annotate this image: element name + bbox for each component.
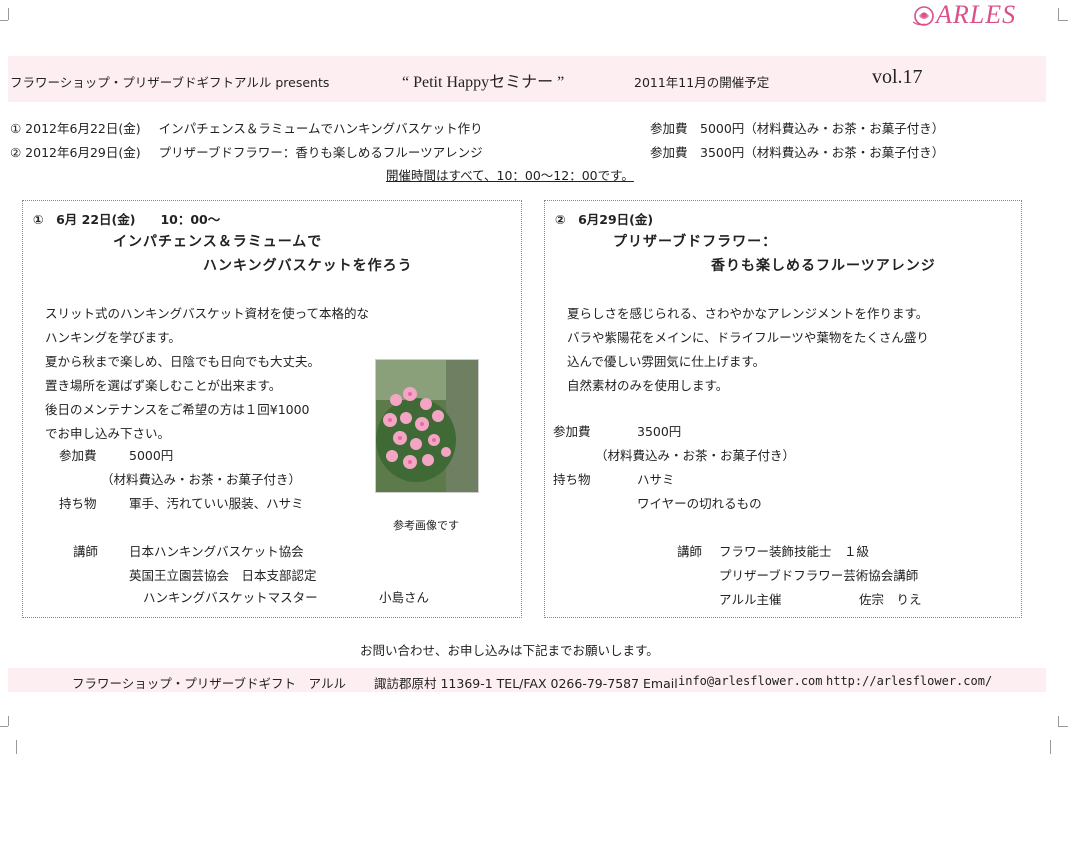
schedule-fee: 参加費 5000円（材料費込み・お茶・お菓子付き）: [650, 121, 945, 136]
schedule-row-1: ① 2012年6月22日(金) インパチェンス＆ラミュームでハンキングバスケット…: [10, 118, 944, 137]
desc-line: 夏から秋まで楽しめ、日陰でも日向でも大丈夫。: [45, 354, 321, 369]
crop-mark: [8, 8, 9, 20]
instructor-name: 佐宗 りえ: [859, 592, 922, 607]
schedule-date: ① 2012年6月22日(金): [10, 121, 141, 136]
crop-mark: [1058, 726, 1068, 727]
schedule-row-2: ② 2012年6月29日(金) プリザーブドフラワー：香りも楽しめるフルーツアレ…: [10, 142, 944, 161]
seminar-title: “ Petit Happyセミナー ”: [402, 74, 565, 91]
box-title-line1: プリザーブドフラワー：: [613, 234, 778, 250]
flower-photo: [375, 359, 479, 493]
instructor-line: 日本ハンキングバスケット協会: [129, 544, 304, 559]
logo-text: ARLES: [936, 0, 1017, 29]
desc-line: ハンキングを学びます。: [45, 330, 181, 345]
header-shop: フラワーショップ・プリザーブドギフトアルル presents: [10, 75, 330, 90]
crop-mark: [0, 726, 8, 727]
schedule-label: 2011年11月の開催予定: [634, 75, 770, 90]
schedule-title: プリザーブドフラワー：香りも楽しめるフルーツアレンジ: [158, 145, 483, 160]
schedule-date: ② 2012年6月29日(金): [10, 145, 141, 160]
photo-caption: 参考画像です: [393, 519, 459, 532]
instructor-name: 小島さん: [379, 590, 430, 605]
box-heading-date: ② 6月29日(金): [555, 212, 654, 227]
schedule-title: インパチェンス＆ラミュームでハンキングバスケット作り: [158, 121, 483, 136]
desc-line: 後日のメンテナンスをご希望の方は１回¥1000: [45, 402, 310, 417]
crop-mark: [0, 20, 8, 21]
footer-address: 諏訪郡原村 11369-1 TEL/FAX 0266-79-7587 Email: [374, 676, 678, 691]
instructor-line: プリザーブドフラワー芸術協会講師: [719, 568, 919, 583]
fee-note: （材料費込み・お茶・お菓子付き）: [595, 448, 796, 463]
desc-line: 置き場所を選ばず楽しむことが出来ます。: [45, 378, 282, 393]
crop-mark: [1058, 20, 1068, 21]
desc-line: 夏らしさを感じられる、さわやかなアレンジメントを作ります。: [567, 306, 929, 321]
crop-mark: [16, 740, 17, 754]
crop-mark: [8, 716, 9, 726]
desc-line: スリット式のハンキングバスケット資材を使って本格的な: [45, 306, 370, 321]
header-band: フラワーショップ・プリザーブドギフトアルル presents “ Petit H…: [8, 56, 1046, 102]
instructor-role: アルル主催: [719, 592, 782, 607]
box-title-line2: 香りも楽しめるフルーツアレンジ: [711, 258, 936, 274]
desc-line: 自然素材のみを使用します。: [567, 378, 729, 393]
crop-mark: [1058, 8, 1059, 20]
box-title-line2: ハンキングバスケットを作ろう: [203, 258, 413, 274]
volume-number: vol.17: [872, 66, 923, 88]
arles-logo: ARLES: [910, 0, 1040, 32]
instructor-line: フラワー装飾技能士 １級: [719, 544, 870, 559]
footer-email-link[interactable]: info@arlesflower.com: [678, 674, 823, 688]
desc-line: 込んで優しい雰囲気に仕上げます。: [567, 354, 766, 369]
contact-note: お問い合わせ、お申し込みは下記までお願いします。: [360, 643, 659, 658]
box-title-line1: インパチェンス＆ラミュームで: [113, 234, 323, 250]
hours-note: 開催時間はすべて、10：00～12：00です。: [386, 168, 634, 183]
fee-label: 参加費: [59, 448, 97, 463]
items-label: 持ち物: [553, 472, 591, 487]
desc-line: でお申し込み下さい。: [45, 426, 171, 441]
desc-line: バラや紫陽花をメインに、ドライフルーツや葉物をたくさん盛り: [567, 330, 929, 345]
items-label: 持ち物: [59, 496, 97, 511]
instructor-label: 講師: [73, 544, 99, 559]
instructor-line: 英国王立園芸協会 日本支部認定: [129, 568, 317, 583]
items-value: 軍手、汚れていい服装、ハサミ: [129, 496, 304, 511]
footer-shop: フラワーショップ・プリザーブドギフト アルル: [72, 676, 347, 691]
footer-url-link[interactable]: http://arlesflower.com/: [826, 674, 992, 688]
fee-value: 3500円: [637, 424, 682, 439]
seminar-box-1: ① 6月 22日(金) 10：00～ インパチェンス＆ラミュームで ハンキングバ…: [22, 200, 522, 618]
instructor-title: ハンキングバスケットマスター: [143, 590, 318, 605]
fee-label: 参加費: [553, 424, 591, 439]
crop-mark: [1058, 716, 1059, 726]
instructor-label: 講師: [677, 544, 703, 559]
schedule-fee: 参加費 3500円（材料費込み・お茶・お菓子付き）: [650, 145, 945, 160]
box-heading-date: ① 6月 22日(金) 10：00～: [33, 212, 221, 227]
fee-note: （材料費込み・お茶・お菓子付き）: [101, 472, 302, 487]
items-value: ハサミ: [637, 472, 675, 487]
fee-value: 5000円: [129, 448, 174, 463]
items-value: ワイヤーの切れるもの: [637, 496, 762, 511]
footer-band: フラワーショップ・プリザーブドギフト アルル 諏訪郡原村 11369-1 TEL…: [8, 668, 1046, 692]
seminar-box-2: ② 6月29日(金) プリザーブドフラワー： 香りも楽しめるフルーツアレンジ 夏…: [544, 200, 1022, 618]
crop-mark: [1050, 740, 1051, 754]
